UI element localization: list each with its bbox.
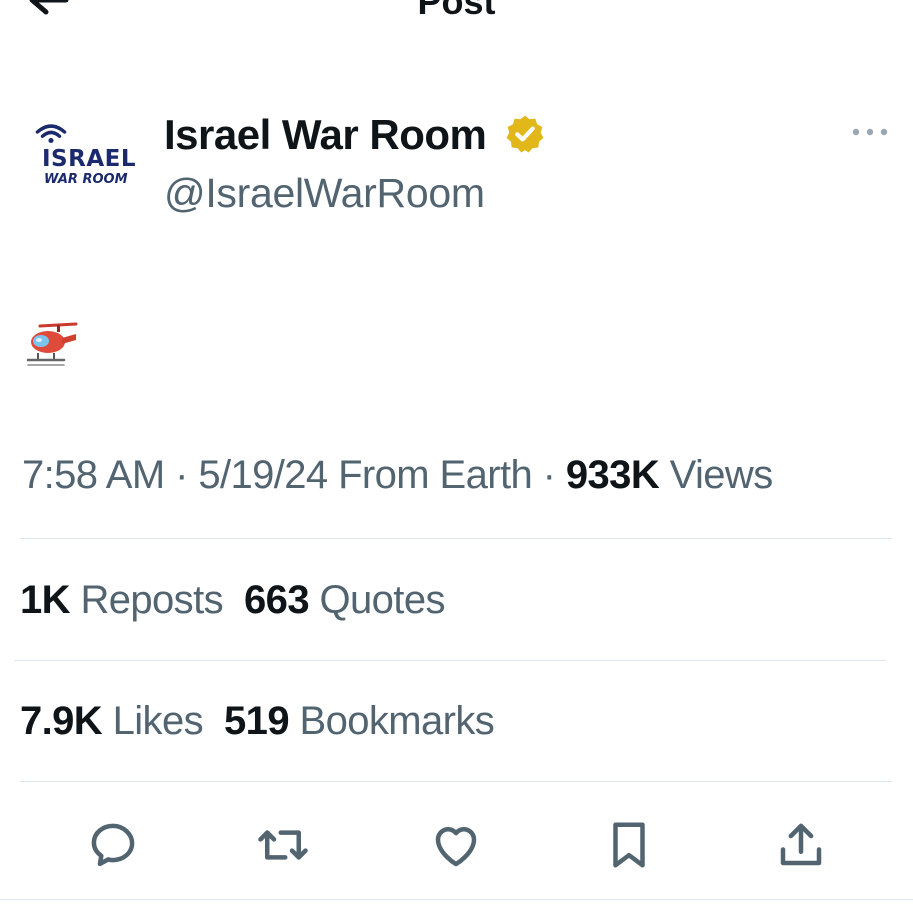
bookmarks-link[interactable]: 519 Bookmarks [224, 699, 495, 743]
post-metadata: 7:58 AM · 5/19/24 From Earth · 933K View… [22, 450, 773, 500]
page-title: Post [417, 0, 496, 22]
avatar-logo-line1: ISRAEL [42, 146, 137, 172]
quotes-link[interactable]: 663 Quotes [244, 578, 445, 622]
share-icon [780, 823, 822, 866]
bookmarks-label: Bookmarks [299, 699, 495, 743]
divider [20, 538, 892, 539]
quotes-label: Quotes [319, 578, 446, 622]
verified-badge-icon[interactable] [504, 113, 546, 155]
likes-count: 7.9K [20, 699, 103, 743]
bookmark-icon [613, 822, 645, 868]
reposts-count: 1K [20, 578, 71, 622]
likes-label: Likes [112, 699, 204, 743]
likes-link[interactable]: 7.9K Likes [20, 699, 204, 743]
reposts-link[interactable]: 1K Reposts [20, 578, 224, 622]
bookmark-button[interactable] [602, 818, 656, 872]
stats-row-reposts: 1K Reposts 663 Quotes [20, 575, 445, 625]
heart-icon [435, 827, 477, 867]
stats-row-likes: 7.9K Likes 519 Bookmarks [20, 696, 495, 746]
reposts-label: Reposts [80, 578, 223, 622]
separator-dot: · [175, 453, 199, 497]
repost-button[interactable] [256, 818, 310, 872]
share-button[interactable] [774, 818, 828, 872]
separator-dot: · [542, 453, 566, 497]
wifi-signal-icon [35, 124, 67, 144]
divider [0, 899, 913, 900]
author-display-name[interactable]: Israel War Room [164, 110, 487, 160]
avatar-logo-line2: WAR ROOM [44, 172, 128, 187]
helicopter-emoji-icon [24, 320, 78, 368]
more-options-icon[interactable] [848, 122, 892, 142]
quotes-count: 663 [244, 578, 310, 622]
like-button[interactable] [429, 818, 483, 872]
reply-button[interactable] [86, 818, 140, 872]
post-date[interactable]: 5/19/24 [198, 453, 328, 497]
bookmarks-count: 519 [224, 699, 290, 743]
divider [20, 781, 892, 782]
avatar[interactable]: ISRAEL WAR ROOM [28, 120, 140, 200]
reply-icon [91, 823, 135, 867]
repost-icon [258, 830, 308, 860]
post-time[interactable]: 7:58 AM [22, 453, 165, 497]
post-location: From Earth [338, 453, 533, 497]
divider [14, 660, 886, 661]
author-handle[interactable]: @IsraelWarRoom [164, 168, 485, 218]
views-count: 933K [565, 453, 660, 497]
views-label: Views [669, 453, 774, 497]
